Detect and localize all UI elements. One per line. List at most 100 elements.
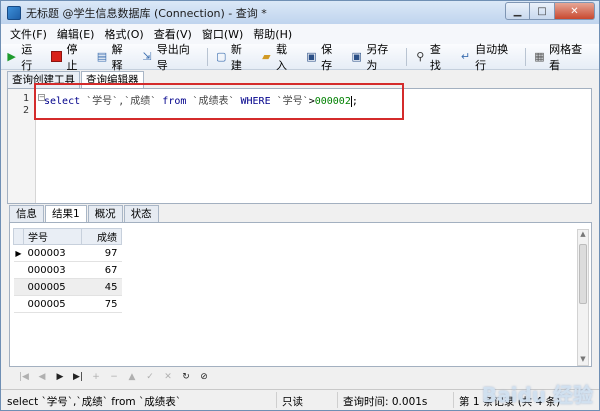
table-row[interactable]: 000003 67 xyxy=(13,261,122,279)
export-icon: ⇲ xyxy=(142,50,152,63)
search-icon: ⚲ xyxy=(416,50,425,63)
delete-record-icon[interactable]: − xyxy=(107,372,121,382)
vertical-scrollbar[interactable]: ▲ ▼ xyxy=(577,229,589,366)
line-number: 1 xyxy=(22,93,29,104)
sql-editor[interactable]: 1 2 − select `学号`,`成绩` from `成绩表` WHERE … xyxy=(7,83,592,204)
run-button[interactable]: ▶ 运行 xyxy=(5,41,42,73)
new-button[interactable]: ▢ 新建 xyxy=(215,41,252,73)
grid-view-label: 网格查看 xyxy=(549,42,583,72)
table-row[interactable]: ▶ 000003 97 xyxy=(13,244,122,262)
status-query-time: 查询时间: 0.001s xyxy=(343,396,428,408)
cell-student-id[interactable]: 000003 xyxy=(23,261,82,279)
cell-score[interactable]: 97 xyxy=(81,244,122,262)
apply-changes-icon[interactable]: ✓ xyxy=(143,372,157,382)
status-divider xyxy=(276,392,277,408)
load-button[interactable]: ▰ 载入 xyxy=(260,41,297,73)
cell-student-id[interactable]: 000003 xyxy=(23,244,82,262)
stop-label: 停止 xyxy=(66,42,78,72)
cell-student-id[interactable]: 000005 xyxy=(23,278,82,296)
cell-score[interactable]: 45 xyxy=(81,278,122,296)
save-as-label: 另存为 xyxy=(366,42,389,72)
maximize-button[interactable]: □ xyxy=(530,2,555,20)
tab-profile[interactable]: 概况 xyxy=(87,205,123,222)
column-header-score[interactable]: 成绩 xyxy=(81,228,122,245)
new-file-icon: ▢ xyxy=(215,50,227,63)
save-button[interactable]: ▣ 保存 xyxy=(305,41,342,73)
word-wrap-button[interactable]: ↵ 自动换行 xyxy=(459,41,517,73)
status-mode: 只读 xyxy=(282,396,303,408)
first-record-icon[interactable]: |◀ xyxy=(17,372,31,382)
grid-view-button[interactable]: ▦ 网格查看 xyxy=(533,41,591,73)
new-label: 新建 xyxy=(230,42,242,72)
status-divider xyxy=(453,392,454,408)
toolbar: ▶ 运行 停止 ▤ 解释 ⇲ 导出向导 ▢ 新建 ▰ 载入 ▣ 保存 ▣ 另存为… xyxy=(1,41,599,73)
column-header-student-id[interactable]: 学号 xyxy=(23,228,82,245)
scroll-down-icon[interactable]: ▼ xyxy=(578,355,588,365)
title-bar: 无标题 @学生信息数据库 (Connection) - 查询 * ▁ □ ✕ xyxy=(1,1,599,24)
refresh-icon[interactable]: ↻ xyxy=(179,372,193,382)
edit-record-icon[interactable]: ▲ xyxy=(125,372,139,382)
last-record-icon[interactable]: ▶| xyxy=(71,372,85,382)
explain-icon: ▤ xyxy=(96,50,108,63)
word-wrap-label: 自动换行 xyxy=(475,42,509,72)
result-table: 学号 成绩 ▶ 000003 97 000003 67 000005 45 00… xyxy=(13,228,122,313)
find-button[interactable]: ⚲ 查找 xyxy=(414,41,451,73)
annotation-highlight-box xyxy=(34,83,404,120)
row-indicator xyxy=(13,295,24,313)
close-icon: ✕ xyxy=(570,5,579,17)
line-number-gutter: 1 2 xyxy=(8,89,36,203)
explain-label: 解释 xyxy=(111,42,123,72)
watermark: Baidu 经验 xyxy=(481,383,593,407)
status-divider xyxy=(337,392,338,408)
export-wizard-label: 导出向导 xyxy=(156,42,190,72)
export-wizard-button[interactable]: ⇲ 导出向导 xyxy=(140,41,198,73)
result-tabs: 信息 结果1 概况 状态 xyxy=(9,205,160,222)
result-grid: 学号 成绩 ▶ 000003 97 000003 67 000005 45 00… xyxy=(9,222,592,367)
tab-status[interactable]: 状态 xyxy=(123,205,159,222)
word-wrap-icon: ↵ xyxy=(460,50,471,63)
minimize-icon: ▁ xyxy=(513,5,522,17)
stop-icon xyxy=(50,50,63,64)
stop-button[interactable]: 停止 xyxy=(50,41,87,73)
window-title: 无标题 @学生信息数据库 (Connection) - 查询 * xyxy=(26,6,267,20)
minimize-button[interactable]: ▁ xyxy=(505,2,530,20)
current-row-icon: ▶ xyxy=(13,244,24,262)
toolbar-divider xyxy=(405,47,407,66)
add-record-icon[interactable]: + xyxy=(89,372,103,382)
table-row[interactable]: 000005 45 xyxy=(13,278,122,296)
folder-icon: ▰ xyxy=(262,50,271,63)
row-indicator xyxy=(13,261,24,279)
play-icon: ▶ xyxy=(7,50,16,63)
row-indicator xyxy=(13,278,24,296)
close-button[interactable]: ✕ xyxy=(555,2,595,20)
run-label: 运行 xyxy=(21,42,33,72)
save-label: 保存 xyxy=(321,42,333,72)
cell-score[interactable]: 67 xyxy=(81,261,122,279)
maximize-icon: □ xyxy=(537,5,547,17)
save-as-button[interactable]: ▣ 另存为 xyxy=(350,41,398,73)
tab-info[interactable]: 信息 xyxy=(9,205,44,222)
line-number: 2 xyxy=(22,105,29,116)
explain-button[interactable]: ▤ 解释 xyxy=(95,41,132,73)
toolbar-divider xyxy=(206,47,208,66)
discard-changes-icon[interactable]: ✕ xyxy=(161,372,175,382)
scrollbar-thumb[interactable] xyxy=(579,244,587,304)
toolbar-divider xyxy=(524,47,526,66)
scroll-up-icon[interactable]: ▲ xyxy=(578,230,588,240)
cell-score[interactable]: 75 xyxy=(81,295,122,313)
next-record-icon[interactable]: ▶ xyxy=(53,372,67,382)
cell-student-id[interactable]: 000005 xyxy=(23,295,82,313)
app-icon xyxy=(7,5,21,20)
window-controls: ▁ □ ✕ xyxy=(505,2,595,20)
row-indicator-header xyxy=(13,228,24,245)
load-label: 载入 xyxy=(275,42,287,72)
tab-result-1[interactable]: 结果1 xyxy=(45,205,87,222)
app-window: 无标题 @学生信息数据库 (Connection) - 查询 * ▁ □ ✕ 文… xyxy=(0,0,600,411)
table-row[interactable]: 000005 75 xyxy=(13,295,122,313)
previous-record-icon[interactable]: ◀ xyxy=(35,372,49,382)
grid-icon: ▦ xyxy=(534,50,545,63)
stop-fetch-icon[interactable]: ⊘ xyxy=(197,372,211,382)
save-as-icon: ▣ xyxy=(351,50,362,63)
find-label: 查找 xyxy=(429,42,441,72)
status-sql: select `学号`,`成绩` from `成绩表` xyxy=(7,396,181,408)
